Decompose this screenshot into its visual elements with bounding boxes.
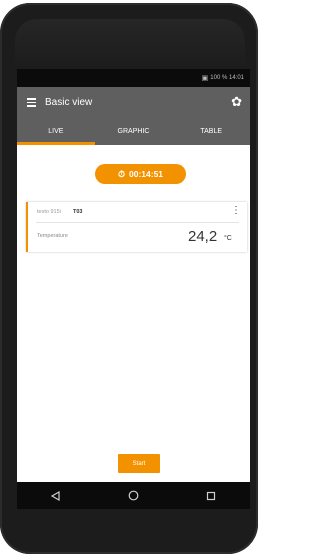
back-icon[interactable]: [50, 490, 61, 501]
android-nav-bar: [17, 482, 250, 509]
status-text: 100 % 14:01: [210, 75, 244, 81]
tab-graphic[interactable]: GRAPHIC: [95, 118, 173, 145]
probe-name: testo 915i: [37, 209, 61, 215]
page-title: Basic view: [45, 97, 93, 108]
timer-value: 00:14:51: [129, 169, 164, 179]
gear-icon[interactable]: ✿: [231, 94, 242, 110]
reading-value: 24,2: [188, 228, 218, 245]
device-screen: ▣ 100 % 14:01 Basic view ✿ LIVE GRAPHIC …: [17, 69, 250, 509]
tab-bar: LIVE GRAPHIC TABLE: [17, 118, 250, 145]
home-icon[interactable]: [128, 490, 139, 501]
status-bar: ▣ 100 % 14:01: [17, 69, 250, 87]
menu-icon[interactable]: [27, 98, 36, 107]
phone-bezel-top: [15, 19, 245, 69]
battery-icon: ▣: [201, 75, 209, 82]
app-bar: Basic view ✿: [17, 87, 250, 118]
parameter-label: Temperature: [37, 233, 68, 239]
start-button[interactable]: Start: [118, 454, 160, 473]
recents-icon[interactable]: [206, 491, 216, 501]
reading-unit: °C: [224, 235, 232, 242]
tab-table[interactable]: TABLE: [172, 118, 250, 145]
card-divider: [36, 222, 239, 223]
phone-frame: ▣ 100 % 14:01 Basic view ✿ LIVE GRAPHIC …: [0, 3, 258, 554]
probe-card: testo 915i T03 ⋮ Temperature 24,2 °C: [26, 202, 247, 252]
probe-id: T03: [73, 209, 83, 215]
clock-icon: ⏱: [117, 168, 125, 179]
tab-live[interactable]: LIVE: [17, 118, 95, 145]
more-vert-icon[interactable]: ⋮: [231, 206, 241, 216]
measurement-timer: ⏱ 00:14:51: [95, 164, 186, 184]
